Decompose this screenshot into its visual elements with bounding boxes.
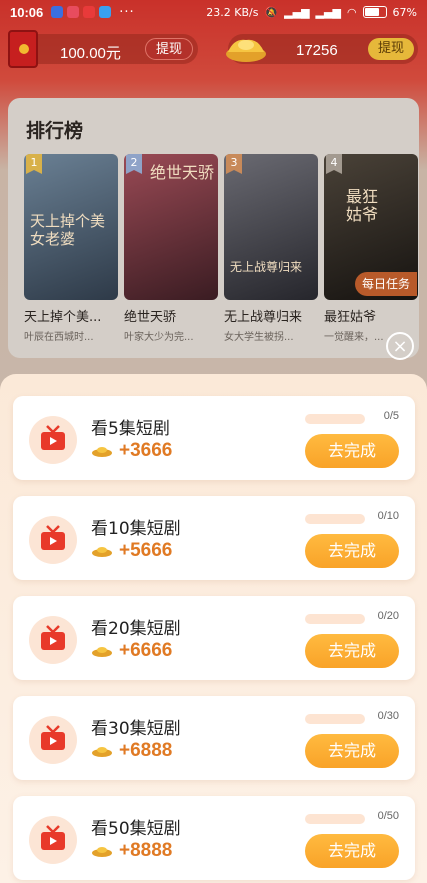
app-icon xyxy=(67,6,80,18)
reward-value: +3666 xyxy=(119,440,173,461)
cash-withdraw-button[interactable]: 提现 xyxy=(145,38,194,60)
drama-name: 天上掉个美... xyxy=(24,310,102,325)
ranking-title: 排行榜 xyxy=(26,120,84,142)
signal-icon: ▂▄▆ xyxy=(284,5,310,19)
gold-ingot-icon xyxy=(226,39,266,62)
rank-badge: 2 xyxy=(126,154,142,174)
complete-button[interactable]: 去完成 xyxy=(305,634,399,668)
app-icon xyxy=(99,6,112,18)
progress-bar xyxy=(305,714,365,724)
reward-value: +5666 xyxy=(119,540,173,561)
task-reward: +6888 xyxy=(91,740,172,762)
tv-icon xyxy=(29,716,77,764)
task-card: 看10集短剧 +5666 0/10 去完成 xyxy=(13,496,415,580)
progress-text: 0/5 xyxy=(383,410,399,422)
complete-button[interactable]: 去完成 xyxy=(305,534,399,568)
ranking-item[interactable]: 3 无上战尊归来 无上战尊归来 女大学生被拐... xyxy=(224,154,318,343)
progress-bar xyxy=(305,614,365,624)
progress-bar xyxy=(305,514,365,524)
task-title: 看5集短剧 xyxy=(91,419,170,439)
reward-value: +8888 xyxy=(119,840,173,861)
task-title: 看30集短剧 xyxy=(91,719,181,739)
task-card: 看50集短剧 +8888 0/50 去完成 xyxy=(13,796,415,880)
rank-badge: 4 xyxy=(326,154,342,174)
gold-ingot-icon xyxy=(92,447,112,457)
task-reward: +8888 xyxy=(91,840,172,862)
status-bar: 10:06 ··· 23.2 KB/s 🔕 ▂▄▆ ▂▄▆ ◠ 67% xyxy=(0,0,427,24)
task-reward: +5666 xyxy=(91,540,172,562)
gold-ingot-icon xyxy=(92,647,112,657)
complete-button[interactable]: 去完成 xyxy=(305,734,399,768)
tv-icon xyxy=(29,616,77,664)
poster-title: 天上掉个美女老婆 xyxy=(30,212,106,248)
drama-poster: 1 天上掉个美女老婆 xyxy=(24,154,118,300)
ranking-card: 排行榜 1 天上掉个美女老婆 天上掉个美... 叶辰在西城时... 2 绝世天骄… xyxy=(8,98,419,358)
ranking-item[interactable]: 4 最狂姑爷 最狂姑爷 一觉醒来，... xyxy=(324,154,418,343)
notification-icons xyxy=(51,6,112,18)
coin-withdraw-button[interactable]: 提现 xyxy=(368,38,415,60)
gold-ingot-icon xyxy=(92,747,112,757)
tv-icon xyxy=(29,816,77,864)
ranking-item[interactable]: 2 绝世天骄 绝世天骄 叶家大少为完... xyxy=(124,154,218,343)
drama-name: 无上战尊归来 xyxy=(224,310,303,325)
app-icon xyxy=(83,6,96,18)
wifi-icon: ◠ xyxy=(346,5,357,19)
gold-ingot-icon xyxy=(92,847,112,857)
network-speed: 23.2 KB/s xyxy=(206,5,259,19)
task-title: 看50集短剧 xyxy=(91,819,181,839)
task-card: 看30集短剧 +6888 0/30 去完成 xyxy=(13,696,415,780)
poster-title: 最狂姑爷 xyxy=(346,187,379,224)
task-card: 看5集短剧 +3666 0/5 去完成 xyxy=(13,396,415,480)
reward-value: +6888 xyxy=(119,740,173,761)
task-sheet: 看5集短剧 +3666 0/5 去完成 看10集短剧 +5666 0/10 去完… xyxy=(0,374,427,883)
mute-icon: 🔕 xyxy=(264,5,279,19)
wallet-row: 100.00元 提现 17256 提现 xyxy=(0,30,427,70)
drama-poster: 3 无上战尊归来 xyxy=(224,154,318,300)
drama-description: 女大学生被拐... xyxy=(224,332,294,343)
task-card: 看20集短剧 +6666 0/20 去完成 xyxy=(13,596,415,680)
reward-value: +6666 xyxy=(119,640,173,661)
rank-badge: 3 xyxy=(226,154,242,174)
app-icon xyxy=(51,6,64,18)
ranking-item[interactable]: 1 天上掉个美女老婆 天上掉个美... 叶辰在西城时... xyxy=(24,154,118,343)
cash-amount: 100.00元 xyxy=(60,45,121,62)
task-title: 看20集短剧 xyxy=(91,619,181,639)
drama-poster: 2 绝世天骄 xyxy=(124,154,218,300)
progress-text: 0/50 xyxy=(377,810,399,822)
more-notifications-icon: ··· xyxy=(119,4,135,20)
status-right: 23.2 KB/s 🔕 ▂▄▆ ▂▄▆ ◠ 67% xyxy=(206,6,417,19)
battery-level: 67% xyxy=(392,5,417,19)
complete-button[interactable]: 去完成 xyxy=(305,434,399,468)
rank-badge: 1 xyxy=(26,154,42,174)
drama-name: 最狂姑爷 xyxy=(324,310,377,325)
progress-text: 0/20 xyxy=(377,610,399,622)
gold-ingot-icon xyxy=(92,547,112,557)
signal-icon: ▂▄▆ xyxy=(315,5,341,19)
coin-amount: 17256 xyxy=(296,42,338,59)
red-envelope-icon xyxy=(8,30,38,68)
close-icon[interactable]: × xyxy=(386,332,414,360)
poster-title: 绝世天骄 xyxy=(150,163,215,182)
daily-task-tag[interactable]: 每日任务 xyxy=(355,272,417,296)
task-reward: +6666 xyxy=(91,640,172,662)
clock: 10:06 xyxy=(10,4,44,20)
complete-button[interactable]: 去完成 xyxy=(305,834,399,868)
task-reward: +3666 xyxy=(91,440,172,462)
tv-icon xyxy=(29,416,77,464)
tv-icon xyxy=(29,516,77,564)
progress-bar xyxy=(305,414,365,424)
drama-description: 叶家大少为完... xyxy=(124,332,194,343)
poster-title: 无上战尊归来 xyxy=(230,260,303,274)
drama-description: 叶辰在西城时... xyxy=(24,332,94,343)
progress-bar xyxy=(305,814,365,824)
battery-icon xyxy=(362,6,387,18)
drama-name: 绝世天骄 xyxy=(124,310,177,325)
progress-text: 0/30 xyxy=(377,710,399,722)
progress-text: 0/10 xyxy=(377,510,399,522)
task-title: 看10集短剧 xyxy=(91,519,181,539)
